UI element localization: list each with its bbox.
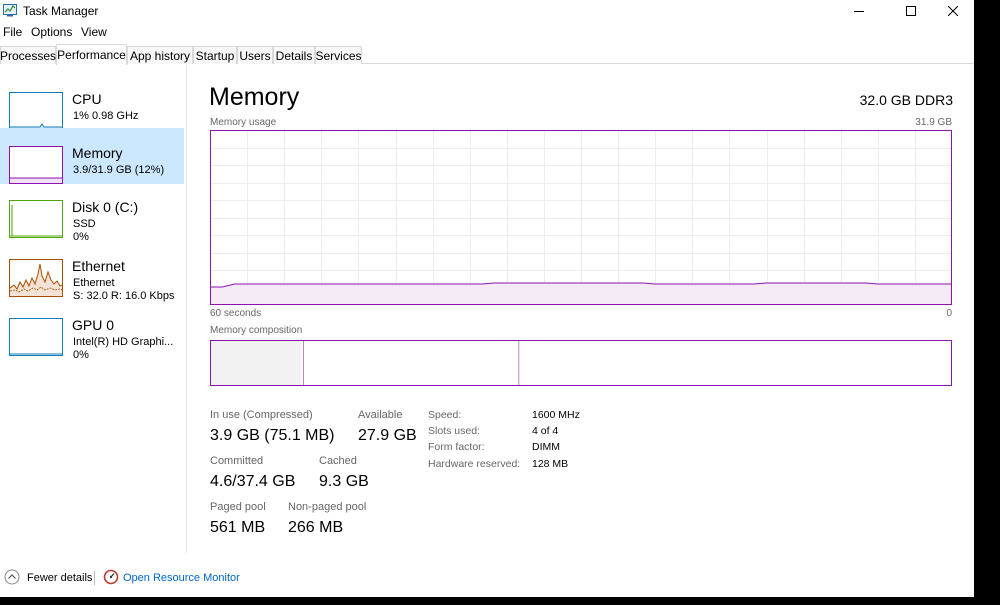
in-use-value: 3.9 GB (75.1 MB): [210, 427, 335, 444]
sidebar-memory-name: Memory: [72, 145, 123, 161]
form-factor-value: DIMM: [532, 441, 560, 453]
speed-value: 1600 MHz: [532, 409, 580, 421]
disk-thumbnail-graph: [9, 200, 63, 238]
close-button[interactable]: [930, 0, 974, 22]
performance-sidebar: CPU 1% 0.98 GHz Memory 3.9/31.9 GB (12%)…: [0, 65, 187, 553]
gpu-thumbnail-graph: [9, 318, 63, 356]
slots-used-label: Slots used:: [428, 425, 480, 437]
hardware-reserved-value: 128 MB: [532, 458, 569, 470]
footer: Fewer details Open Resource Monitor: [0, 565, 974, 591]
menu-file[interactable]: File: [3, 25, 22, 39]
memory-composition-label: Memory composition: [210, 325, 303, 336]
minimize-button[interactable]: [836, 0, 882, 22]
cpu-thumbnail-graph: [9, 92, 63, 130]
resource-monitor-icon: [103, 569, 119, 585]
ethernet-thumbnail-graph: [9, 259, 63, 297]
sidebar-ethernet-name: Ethernet: [72, 258, 125, 274]
sidebar-item-disk[interactable]: Disk 0 (C:) SSD 0%: [0, 182, 184, 243]
sidebar-gpu-usage: 0%: [73, 349, 89, 361]
title-bar: Task Manager: [0, 0, 974, 22]
minimize-icon: [854, 11, 864, 12]
available-label: Available: [358, 409, 403, 421]
maximize-icon: [906, 6, 916, 16]
sidebar-gpu-model: Intel(R) HD Graphi...: [73, 336, 174, 348]
menu-view[interactable]: View: [81, 25, 107, 39]
in-use-label: In use (Compressed): [210, 409, 313, 421]
paged-pool-value: 561 MB: [210, 519, 266, 536]
sidebar-ethernet-adapter: Ethernet: [73, 277, 115, 289]
paged-pool-label: Paged pool: [210, 501, 266, 513]
window-title: Task Manager: [23, 4, 99, 18]
tab-performance[interactable]: Performance: [56, 44, 127, 65]
sidebar-disk-type: SSD: [73, 218, 96, 230]
sidebar-cpu-name: CPU: [72, 91, 102, 107]
graph-time-right: 0: [946, 308, 952, 319]
chevron-up-circle-icon: [4, 569, 20, 585]
sidebar-item-memory[interactable]: Memory 3.9/31.9 GB (12%): [0, 128, 184, 184]
committed-label: Committed: [210, 455, 264, 467]
task-manager-window: Task Manager File Options View Processes…: [0, 0, 974, 597]
tab-details[interactable]: Details: [273, 46, 315, 64]
speed-label: Speed:: [428, 409, 462, 421]
tab-services[interactable]: Services: [315, 46, 362, 64]
tab-users[interactable]: Users: [237, 46, 273, 64]
tab-processes[interactable]: Processes: [0, 46, 56, 64]
sidebar-cpu-usage: 1% 0.98 GHz: [73, 110, 139, 122]
non-paged-pool-value: 266 MB: [288, 519, 344, 536]
sidebar-memory-usage: 3.9/31.9 GB (12%): [73, 164, 165, 176]
sidebar-item-gpu[interactable]: GPU 0 Intel(R) HD Graphi... 0%: [0, 300, 184, 361]
sidebar-gpu-name: GPU 0: [72, 317, 115, 333]
available-value: 27.9 GB: [358, 427, 417, 444]
cached-value: 9.3 GB: [319, 473, 369, 490]
task-manager-icon: [3, 4, 17, 17]
memory-usage-graph: [210, 130, 952, 305]
sidebar-disk-name: Disk 0 (C:): [72, 199, 139, 215]
page-title: Memory: [209, 83, 300, 111]
slots-used-value: 4 of 4: [532, 425, 559, 437]
non-paged-pool-label: Non-paged pool: [288, 501, 367, 513]
form-factor-label: Form factor:: [428, 441, 485, 453]
maximize-button[interactable]: [888, 0, 934, 22]
menu-options[interactable]: Options: [31, 25, 72, 39]
close-icon: [948, 6, 958, 16]
sidebar-item-ethernet[interactable]: Ethernet Ethernet S: 32.0 R: 16.0 Kbps: [0, 241, 184, 302]
committed-value: 4.6/37.4 GB: [210, 473, 296, 490]
open-resource-monitor-label: Open Resource Monitor: [123, 572, 240, 584]
memory-usage-label: Memory usage: [210, 117, 277, 128]
hardware-reserved-label: Hardware reserved:: [428, 458, 521, 470]
cached-label: Cached: [319, 455, 357, 467]
sidebar-item-cpu[interactable]: CPU 1% 0.98 GHz: [0, 74, 184, 130]
graph-time-left: 60 seconds: [210, 308, 262, 319]
tab-bar: Processes Performance App history Startu…: [0, 44, 974, 65]
memory-composition-bar: [210, 340, 952, 386]
tab-startup[interactable]: Startup: [193, 46, 237, 64]
memory-spec: 32.0 GB DDR3: [859, 92, 953, 108]
tab-app-history[interactable]: App history: [127, 46, 193, 64]
memory-thumbnail-graph: [9, 146, 63, 184]
fewer-details-label: Fewer details: [27, 572, 93, 584]
footer-separator: [94, 571, 95, 585]
memory-usage-max: 31.9 GB: [915, 117, 952, 128]
